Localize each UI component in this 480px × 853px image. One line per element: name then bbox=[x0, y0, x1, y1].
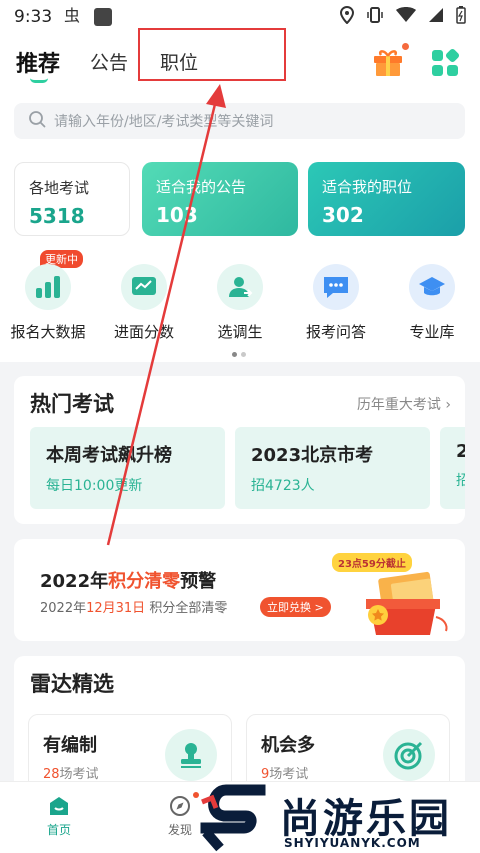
warning-title-post: 预警 bbox=[180, 571, 217, 592]
hot-exam-item[interactable]: 2 招 bbox=[440, 427, 465, 509]
carousel-dot-active bbox=[232, 352, 237, 357]
quick-action-faq[interactable]: 报考问答 bbox=[293, 264, 379, 342]
hot-exams-title: 热门考试 bbox=[30, 392, 114, 416]
carousel-dots bbox=[232, 352, 246, 357]
warning-title-pre: 2022年 bbox=[40, 571, 109, 592]
annotation-highlight-box bbox=[138, 28, 286, 81]
vibrate-icon bbox=[366, 6, 384, 28]
search-placeholder: 请输入年份/地区/考试类型等关键词 bbox=[54, 114, 274, 130]
site-watermark: 尚游乐园 SHYIYUANYK.COM bbox=[198, 784, 480, 853]
hot-exam-item[interactable]: 2023北京市考 招4723人 bbox=[235, 427, 430, 509]
hot-exam-title: 2 bbox=[456, 441, 465, 462]
hot-exam-item[interactable]: 本周考试飙升榜 每日10:00更新 bbox=[30, 427, 225, 509]
radar-count-suffix: 场考试 bbox=[269, 767, 309, 782]
target-icon bbox=[383, 729, 435, 781]
watermark-url: SHYIYUANYK.COM bbox=[284, 836, 421, 850]
radar-picks-card: 雷达精选 有编制 28场考试 机会多 9场考试 bbox=[14, 656, 465, 796]
quick-action-label: 选调生 bbox=[217, 323, 263, 341]
status-time: 9:33 bbox=[14, 7, 53, 27]
warning-title-highlight: 积分清零 bbox=[108, 571, 181, 592]
warning-sub-post: 积分全部清零 bbox=[149, 601, 228, 616]
stat-label: 适合我的公告 bbox=[156, 178, 247, 196]
stat-label: 适合我的职位 bbox=[322, 178, 413, 196]
quick-action-label: 专业库 bbox=[409, 323, 455, 341]
main-content: 请输入年份/地区/考试类型等关键词 各地考试 5318 适合我的公告 103 适… bbox=[0, 96, 480, 796]
carousel-dot bbox=[241, 352, 246, 357]
stat-value: 302 bbox=[322, 203, 364, 227]
home-icon bbox=[29, 794, 89, 821]
hot-exam-sub: 招4723人 bbox=[251, 478, 315, 494]
points-warning-banner[interactable]: 2022年积分清零预警 2022年12月31日 积分全部清零 立即兑换 > 23… bbox=[14, 539, 465, 641]
chat-bubble-icon bbox=[313, 264, 359, 310]
gift-notification-dot bbox=[402, 43, 409, 50]
notification-icon: 虫 bbox=[64, 6, 84, 28]
nav-home[interactable]: 首页 bbox=[29, 794, 89, 838]
stat-label: 各地考试 bbox=[29, 179, 90, 197]
person-swap-icon bbox=[217, 264, 263, 310]
hot-exams-more-link[interactable]: 历年重大考试 › bbox=[357, 394, 451, 414]
hot-exam-sub: 招 bbox=[456, 473, 465, 489]
battery-icon bbox=[456, 6, 466, 28]
location-icon bbox=[339, 5, 355, 28]
warning-sub-pre: 2022年 bbox=[40, 601, 87, 616]
quick-action-label: 报考问答 bbox=[305, 323, 366, 341]
stamp-icon bbox=[165, 729, 217, 781]
active-tab-indicator bbox=[30, 78, 48, 83]
warning-title: 2022年积分清零预警 bbox=[40, 567, 216, 593]
stat-value: 5318 bbox=[29, 204, 85, 228]
stat-card-exams[interactable]: 各地考试 5318 bbox=[14, 162, 130, 236]
chevron-right-icon: › bbox=[445, 397, 451, 413]
hot-exams-card: 热门考试 历年重大考试 › 本周考试飙升榜 每日10:00更新 2023北京市考… bbox=[14, 376, 465, 524]
search-icon bbox=[28, 110, 46, 132]
gift-icon[interactable] bbox=[372, 47, 404, 77]
stat-card-positions[interactable]: 适合我的职位 302 bbox=[308, 162, 465, 236]
quick-action-signup-data[interactable]: 报名大数据 bbox=[5, 264, 91, 342]
graduation-cap-icon bbox=[409, 264, 455, 310]
warning-subtitle: 2022年12月31日 积分全部清零 bbox=[40, 597, 227, 616]
nav-label: 首页 bbox=[46, 823, 71, 837]
tab-recommend[interactable]: 推荐 bbox=[16, 46, 60, 78]
wifi-icon bbox=[396, 7, 416, 27]
warning-sub-date: 12月31日 bbox=[86, 601, 146, 616]
watermark-logo-icon bbox=[200, 784, 266, 852]
hot-exam-title: 2023北京市考 bbox=[251, 445, 374, 466]
gift-box-illustration bbox=[340, 569, 460, 641]
bar-chart-icon bbox=[25, 264, 71, 310]
line-chart-icon bbox=[121, 264, 167, 310]
hot-exam-sub: 每日10:00更新 bbox=[46, 478, 143, 494]
signal-icon bbox=[428, 7, 444, 27]
radar-count-number: 28 bbox=[43, 767, 60, 782]
stat-value: 103 bbox=[156, 203, 198, 227]
apps-grid-icon[interactable] bbox=[430, 48, 460, 78]
quick-action-interview-scores[interactable]: 进面分数 bbox=[101, 264, 187, 342]
stat-card-announcements[interactable]: 适合我的公告 103 bbox=[142, 162, 298, 236]
redeem-now-button[interactable]: 立即兑换 > bbox=[260, 597, 331, 617]
quick-action-label: 报名大数据 bbox=[10, 323, 86, 341]
tab-announcements[interactable]: 公告 bbox=[90, 48, 128, 75]
search-bar[interactable]: 请输入年份/地区/考试类型等关键词 bbox=[14, 103, 465, 139]
hot-exam-title: 本周考试飙升榜 bbox=[46, 445, 172, 466]
app-notification-icon bbox=[94, 8, 113, 26]
quick-action-major-library[interactable]: 专业库 bbox=[389, 264, 475, 342]
quick-action-label: 进面分数 bbox=[113, 323, 174, 341]
svg-text:虫: 虫 bbox=[64, 6, 80, 24]
radar-title: 雷达精选 bbox=[30, 672, 114, 696]
radar-count-suffix: 场考试 bbox=[59, 767, 99, 782]
quick-action-selection[interactable]: 选调生 bbox=[197, 264, 283, 342]
more-label: 历年重大考试 bbox=[356, 397, 441, 413]
